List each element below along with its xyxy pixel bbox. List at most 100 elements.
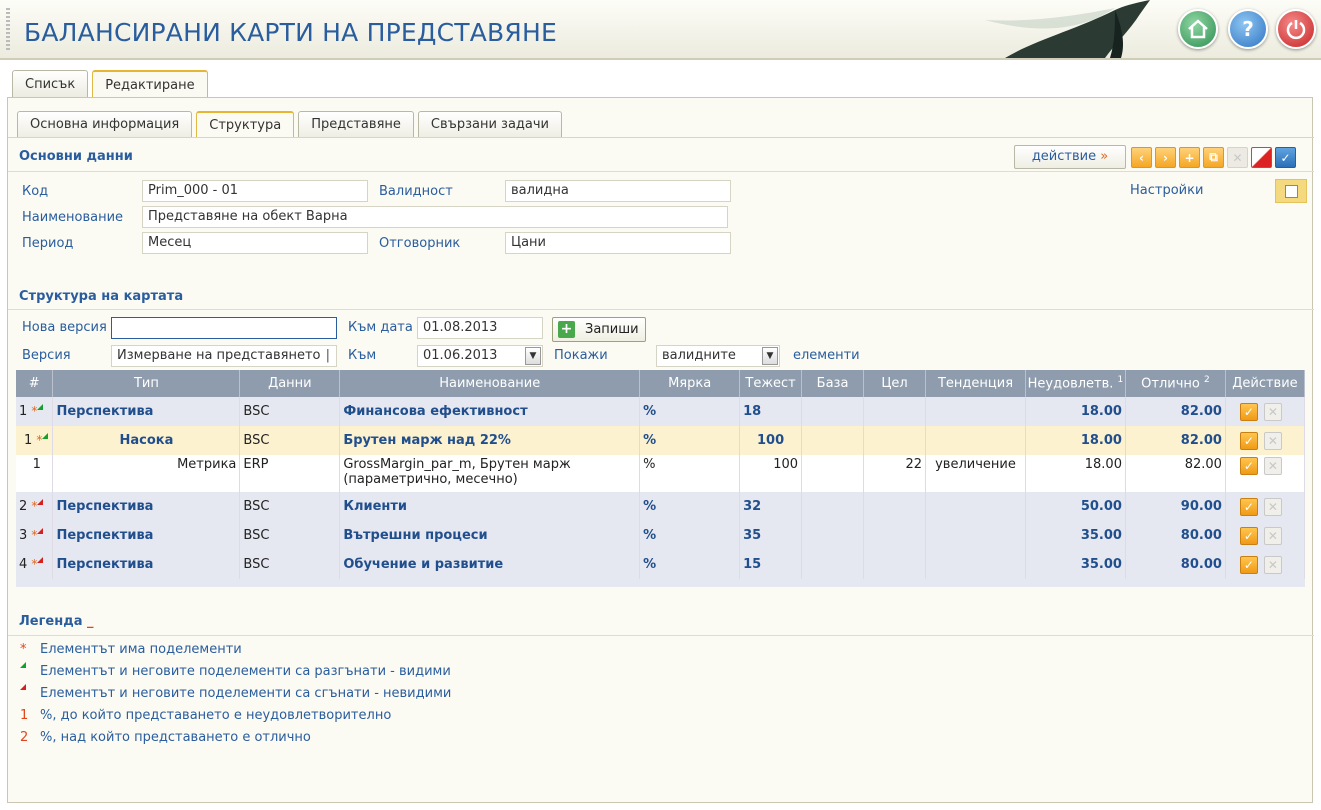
show-select[interactable]: валидните ▼ <box>656 345 780 367</box>
settings-toggle[interactable] <box>1275 179 1307 203</box>
tab-performance[interactable]: Представяне <box>298 111 414 137</box>
unsat-cell: 18.00 <box>1025 426 1126 455</box>
col-data[interactable]: Данни <box>239 370 341 397</box>
collapsed-flag-icon[interactable] <box>37 557 44 563</box>
legend-toggle[interactable]: _ <box>87 614 94 629</box>
data-cell: BSC <box>239 550 341 579</box>
table-row[interactable]: 1 * Перспектива BSC Финансова ефективнос… <box>16 397 1306 426</box>
collapsed-flag-icon[interactable] <box>37 528 44 534</box>
code-field[interactable]: Prim_000 - 01 <box>142 180 368 202</box>
cancel-button[interactable] <box>1251 147 1272 168</box>
target-cell <box>863 521 926 550</box>
check-icon: ✓ <box>1280 150 1291 165</box>
name-field[interactable]: Представяне на обект Варна <box>142 206 728 228</box>
col-unsat[interactable]: Неудовлетв. 1 <box>1025 370 1126 397</box>
collapsed-flag-icon[interactable] <box>37 499 44 505</box>
delete-icon[interactable]: ✕ <box>1263 431 1282 450</box>
legend-text: Елементът има поделементи <box>40 642 242 657</box>
base-cell <box>801 426 865 455</box>
edit-icon[interactable]: ✓ <box>1239 431 1258 450</box>
unit-cell: % <box>639 426 741 455</box>
responsible-label: Отговорник <box>379 236 461 251</box>
action-menu-button[interactable]: действие » <box>1014 145 1126 169</box>
to-date-value: 01.06.2013 <box>423 348 498 363</box>
home-icon <box>1188 19 1208 39</box>
period-field[interactable]: Месец <box>142 232 368 254</box>
name-cell[interactable]: Обучение и развитие <box>339 550 641 579</box>
name-cell[interactable]: Брутен марж над 22% <box>339 426 641 455</box>
col-num[interactable]: # <box>16 370 54 397</box>
excel-cell: 82.00 <box>1125 455 1226 492</box>
delete-icon[interactable]: ✕ <box>1263 457 1282 475</box>
excel-cell: 90.00 <box>1125 492 1226 521</box>
col-type[interactable]: Тип <box>52 370 241 397</box>
delete-button[interactable]: ✕ <box>1227 147 1248 168</box>
validity-field[interactable]: валидна <box>505 180 731 202</box>
home-button[interactable] <box>1178 9 1218 49</box>
tab-edit[interactable]: Редактиране <box>92 70 208 99</box>
expanded-flag-icon[interactable] <box>42 433 49 439</box>
power-button[interactable] <box>1276 9 1316 49</box>
tab-basic-info[interactable]: Основна информация <box>17 111 193 137</box>
help-button[interactable]: ? <box>1228 9 1268 49</box>
checkbox-icon[interactable] <box>1285 185 1298 198</box>
col-unit[interactable]: Мярка <box>639 370 741 397</box>
unsat-cell: 35.00 <box>1025 550 1126 579</box>
col-target[interactable]: Цел <box>863 370 926 397</box>
data-cell: BSC <box>239 426 341 455</box>
delete-icon[interactable]: ✕ <box>1263 555 1282 574</box>
col-weight[interactable]: Тежест <box>739 370 803 397</box>
action-cell: ✓ ✕ <box>1225 455 1306 492</box>
to-date-input[interactable]: 01.08.2013 <box>417 317 543 339</box>
table-row[interactable]: 2 * Перспектива BSC Клиенти % 32 50.00 9… <box>16 492 1306 521</box>
tab-related-tasks[interactable]: Свързани задачи <box>417 111 562 137</box>
tab-structure[interactable]: Структура <box>196 111 295 138</box>
version-select[interactable]: Измерване на представянето | <box>111 345 337 367</box>
col-excel[interactable]: Отлично 2 <box>1125 370 1226 397</box>
name-cell[interactable]: Финансова ефективност <box>339 397 641 426</box>
to-date-select[interactable]: 01.06.2013 ▼ <box>417 345 543 367</box>
row-num-cell: 3 * <box>16 521 54 550</box>
delete-icon[interactable]: ✕ <box>1263 402 1282 421</box>
col-trend[interactable]: Тенденция <box>925 370 1026 397</box>
col-name[interactable]: Наименование <box>339 370 641 397</box>
next-button[interactable]: › <box>1155 147 1176 168</box>
edit-icon[interactable]: ✓ <box>1239 526 1258 545</box>
save-button[interactable]: + Запиши <box>552 317 646 342</box>
col-base[interactable]: База <box>801 370 865 397</box>
table-row[interactable]: 1 * Насока BSC Брутен марж над 22% % 100… <box>16 426 1306 455</box>
chevron-down-icon[interactable]: ▼ <box>762 347 778 365</box>
name-cell[interactable]: GrossMargin_par_m, Брутен марж (параметр… <box>339 455 641 492</box>
add-button[interactable]: + <box>1179 147 1200 168</box>
basic-section-divider <box>8 171 1314 172</box>
delete-icon[interactable]: ✕ <box>1263 497 1282 516</box>
collapsed-flag-icon <box>20 684 40 701</box>
base-cell <box>801 521 865 550</box>
table-row[interactable]: 1 Метрика ERP GrossMargin_par_m, Брутен … <box>16 455 1306 492</box>
name-cell[interactable]: Вътрешни процеси <box>339 521 641 550</box>
edit-icon[interactable]: ✓ <box>1239 457 1258 475</box>
name-cell[interactable]: Клиенти <box>339 492 641 521</box>
excel-cell: 82.00 <box>1125 426 1226 455</box>
unsat-cell: 18.00 <box>1025 455 1126 492</box>
tab-list[interactable]: Списък <box>12 70 89 98</box>
new-version-input[interactable] <box>111 317 337 339</box>
trend-cell <box>925 397 1026 426</box>
edit-icon[interactable]: ✓ <box>1239 402 1258 421</box>
responsible-field[interactable]: Цани <box>505 232 731 254</box>
weight-cell: 100 <box>739 426 803 455</box>
edit-icon[interactable]: ✓ <box>1239 555 1258 574</box>
plus-icon: + <box>1184 150 1195 165</box>
trend-cell <box>925 521 1026 550</box>
delete-icon[interactable]: ✕ <box>1263 526 1282 545</box>
table-row[interactable]: 3 * Перспектива BSC Вътрешни процеси % 3… <box>16 521 1306 550</box>
version-value: Измерване на представянето <box>117 348 321 363</box>
table-row[interactable]: 4 * Перспектива BSC Обучение и развитие … <box>16 550 1306 579</box>
edit-icon[interactable]: ✓ <box>1239 497 1258 516</box>
copy-button[interactable]: ⧉ <box>1203 147 1224 168</box>
type-cell: Перспектива <box>52 521 241 550</box>
confirm-button[interactable]: ✓ <box>1275 147 1296 168</box>
chevron-down-icon[interactable]: ▼ <box>525 347 541 365</box>
prev-button[interactable]: ‹ <box>1131 147 1152 168</box>
expanded-flag-icon[interactable] <box>37 404 44 410</box>
